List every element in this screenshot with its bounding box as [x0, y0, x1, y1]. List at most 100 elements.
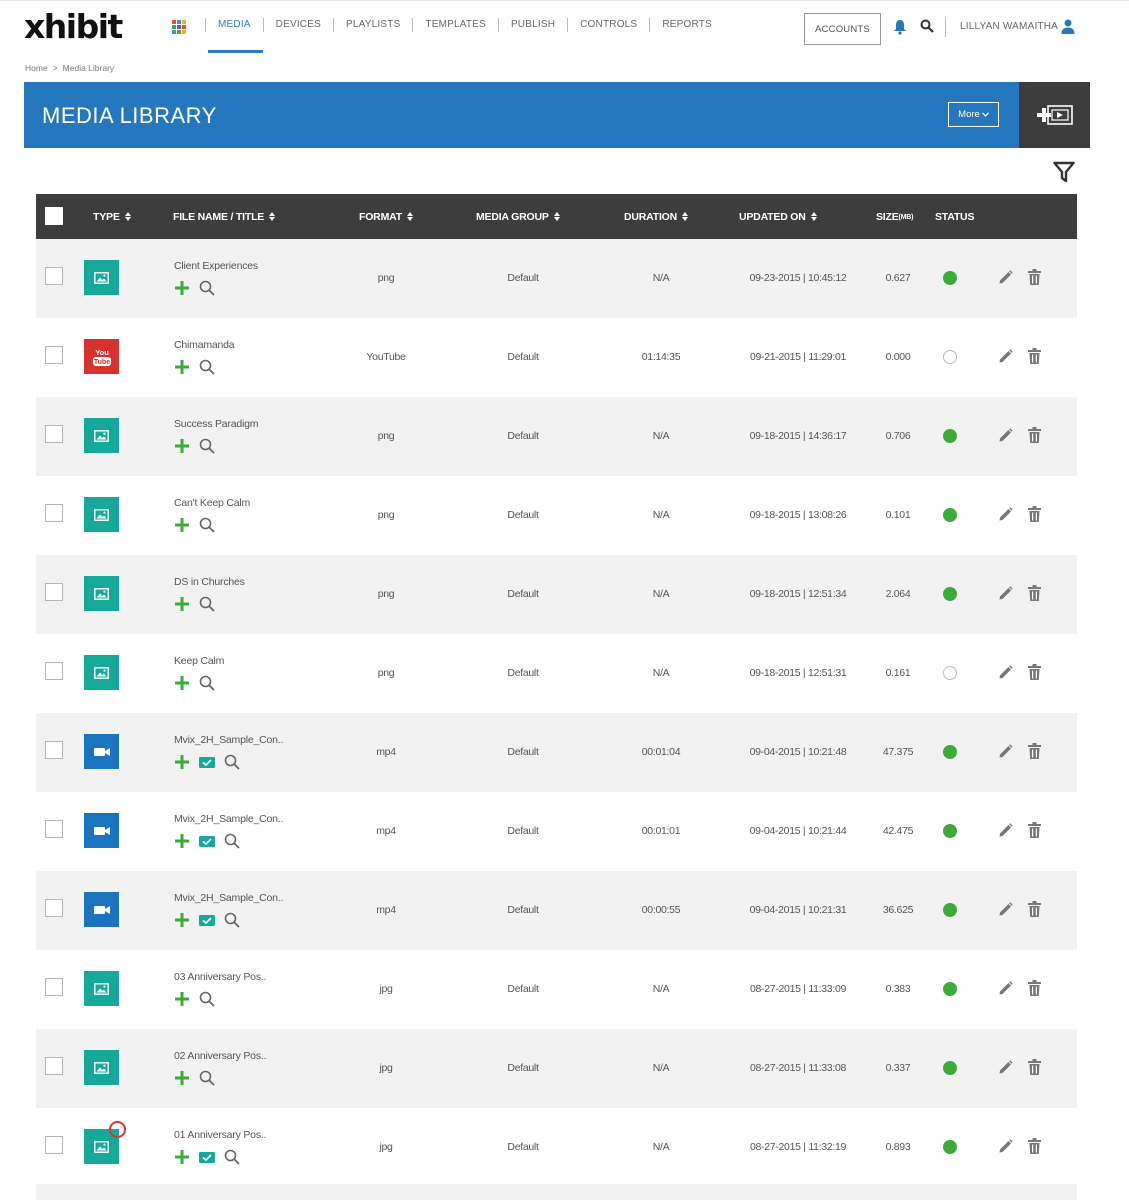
- trash-icon[interactable]: [1028, 269, 1041, 285]
- status-indicator[interactable]: [943, 903, 957, 917]
- trash-icon[interactable]: [1028, 822, 1041, 838]
- search-icon[interactable]: [199, 280, 215, 296]
- sort-icon[interactable]: [681, 212, 689, 222]
- table-row[interactable]: Client Experiences png Default N/A 09-23-201…: [36, 239, 1077, 318]
- pencil-icon[interactable]: [998, 981, 1013, 996]
- status-indicator[interactable]: [943, 1140, 957, 1154]
- plus-icon[interactable]: [174, 991, 190, 1007]
- filter-icon[interactable]: [1053, 161, 1075, 183]
- file-name[interactable]: Mvix_2H_Sample_Con..: [174, 892, 283, 904]
- search-icon[interactable]: [199, 438, 215, 454]
- nav-publish[interactable]: PUBLISH: [497, 18, 567, 32]
- pencil-icon[interactable]: [998, 744, 1013, 759]
- plus-icon[interactable]: [174, 280, 190, 296]
- table-row[interactable]: Success Paradigm png Default N/A 09-18-2015 …: [36, 397, 1077, 476]
- row-checkbox[interactable]: [45, 425, 63, 443]
- table-row[interactable]: Can't Keep Calm png Default N/A 09-18-2015 |…: [36, 476, 1077, 555]
- trash-icon[interactable]: [1028, 585, 1041, 601]
- nav-reports[interactable]: REPORTS: [649, 18, 724, 32]
- row-checkbox[interactable]: [45, 346, 63, 364]
- add-media-button[interactable]: [1019, 82, 1090, 148]
- trash-icon[interactable]: [1028, 743, 1041, 759]
- search-icon[interactable]: [199, 675, 215, 691]
- plus-icon[interactable]: [174, 596, 190, 612]
- plus-icon[interactable]: [174, 912, 190, 928]
- username[interactable]: LILLYAN WAMAITHA: [960, 21, 1058, 32]
- table-row[interactable]: Mvix_2H_Sample_Con.. mp4 Default 00:01:04 09…: [36, 713, 1077, 792]
- file-name[interactable]: 03 Anniversary Pos..: [174, 971, 267, 983]
- pencil-icon[interactable]: [998, 1139, 1013, 1154]
- column-file-name[interactable]: FILE NAME / TITLE: [173, 211, 276, 223]
- sort-icon[interactable]: [406, 212, 413, 222]
- file-name[interactable]: Mvix_2H_Sample_Con..: [174, 734, 283, 746]
- search-icon[interactable]: [199, 991, 215, 1007]
- pencil-icon[interactable]: [998, 586, 1013, 601]
- plus-icon[interactable]: [174, 359, 190, 375]
- search-icon[interactable]: [224, 912, 240, 928]
- search-icon[interactable]: [199, 596, 215, 612]
- row-checkbox[interactable]: [45, 899, 63, 917]
- table-row[interactable]: 03 Anniversary Pos.. jpg Default N/A 08-27-2…: [36, 950, 1077, 1029]
- trash-icon[interactable]: [1028, 901, 1041, 917]
- status-indicator[interactable]: [943, 271, 957, 285]
- row-checkbox[interactable]: [45, 1136, 63, 1154]
- file-name[interactable]: Chimamanda: [174, 339, 235, 351]
- table-row[interactable]: You Tube Chimamanda YouTube Default 01:14:35 0…: [36, 318, 1077, 397]
- column-status[interactable]: STATUS: [935, 211, 974, 223]
- pencil-icon[interactable]: [998, 1060, 1013, 1075]
- pencil-icon[interactable]: [998, 428, 1013, 443]
- breadcrumb-home[interactable]: Home: [25, 63, 48, 73]
- nav-devices[interactable]: DEVICES: [262, 18, 333, 32]
- sort-icon[interactable]: [124, 212, 131, 222]
- status-indicator[interactable]: [943, 508, 957, 522]
- search-icon[interactable]: [224, 833, 240, 849]
- search-icon[interactable]: [920, 19, 934, 33]
- row-checkbox[interactable]: [45, 583, 63, 601]
- search-icon[interactable]: [224, 754, 240, 770]
- pencil-icon[interactable]: [998, 270, 1013, 285]
- app-grid-icon[interactable]: [172, 20, 186, 34]
- plus-icon[interactable]: [174, 754, 190, 770]
- status-indicator[interactable]: [943, 587, 957, 601]
- row-checkbox[interactable]: [45, 267, 63, 285]
- table-row[interactable]: Keep Calm png Default N/A 09-18-2015 | 12:51…: [36, 634, 1077, 713]
- preview-icon[interactable]: [199, 835, 215, 848]
- table-row[interactable]: 02 Anniversary Pos.. jpg Default N/A 08-27-2…: [36, 1029, 1077, 1108]
- nav-templates[interactable]: TEMPLATES: [412, 18, 498, 32]
- search-icon[interactable]: [224, 1149, 240, 1165]
- trash-icon[interactable]: [1028, 664, 1041, 680]
- plus-icon[interactable]: [174, 833, 190, 849]
- plus-icon[interactable]: [174, 438, 190, 454]
- column-media-group[interactable]: MEDIA GROUP: [476, 211, 560, 223]
- preview-icon[interactable]: [199, 756, 215, 769]
- row-checkbox[interactable]: [45, 504, 63, 522]
- column-duration[interactable]: DURATION: [624, 211, 689, 223]
- select-all-checkbox[interactable]: [45, 207, 63, 225]
- nav-media[interactable]: MEDIA: [205, 18, 263, 53]
- preview-icon[interactable]: [199, 914, 215, 927]
- status-indicator[interactable]: [943, 1061, 957, 1075]
- pencil-icon[interactable]: [998, 823, 1013, 838]
- pencil-icon[interactable]: [998, 349, 1013, 364]
- file-name[interactable]: Client Experiences: [174, 260, 258, 272]
- trash-icon[interactable]: [1028, 506, 1041, 522]
- status-indicator[interactable]: [943, 666, 957, 680]
- status-indicator[interactable]: [943, 982, 957, 996]
- row-checkbox[interactable]: [45, 978, 63, 996]
- table-row[interactable]: 01 Anniversary Pos.. jpg Default N/A 08-27-2…: [36, 1108, 1077, 1187]
- user-icon[interactable]: [1061, 19, 1075, 34]
- preview-icon[interactable]: [199, 1151, 215, 1164]
- row-checkbox[interactable]: [45, 741, 63, 759]
- more-button[interactable]: More: [948, 102, 999, 127]
- file-name[interactable]: 01 Anniversary Pos..: [174, 1129, 267, 1141]
- column-type[interactable]: TYPE: [93, 211, 131, 223]
- plus-icon[interactable]: [174, 675, 190, 691]
- row-checkbox[interactable]: [45, 662, 63, 680]
- trash-icon[interactable]: [1028, 348, 1041, 364]
- row-checkbox[interactable]: [45, 820, 63, 838]
- file-name[interactable]: 02 Anniversary Pos..: [174, 1050, 267, 1062]
- column-updated-on[interactable]: UPDATED ON: [739, 211, 817, 223]
- sort-icon[interactable]: [553, 212, 560, 222]
- nav-controls[interactable]: CONTROLS: [567, 18, 649, 32]
- status-indicator[interactable]: [943, 745, 957, 759]
